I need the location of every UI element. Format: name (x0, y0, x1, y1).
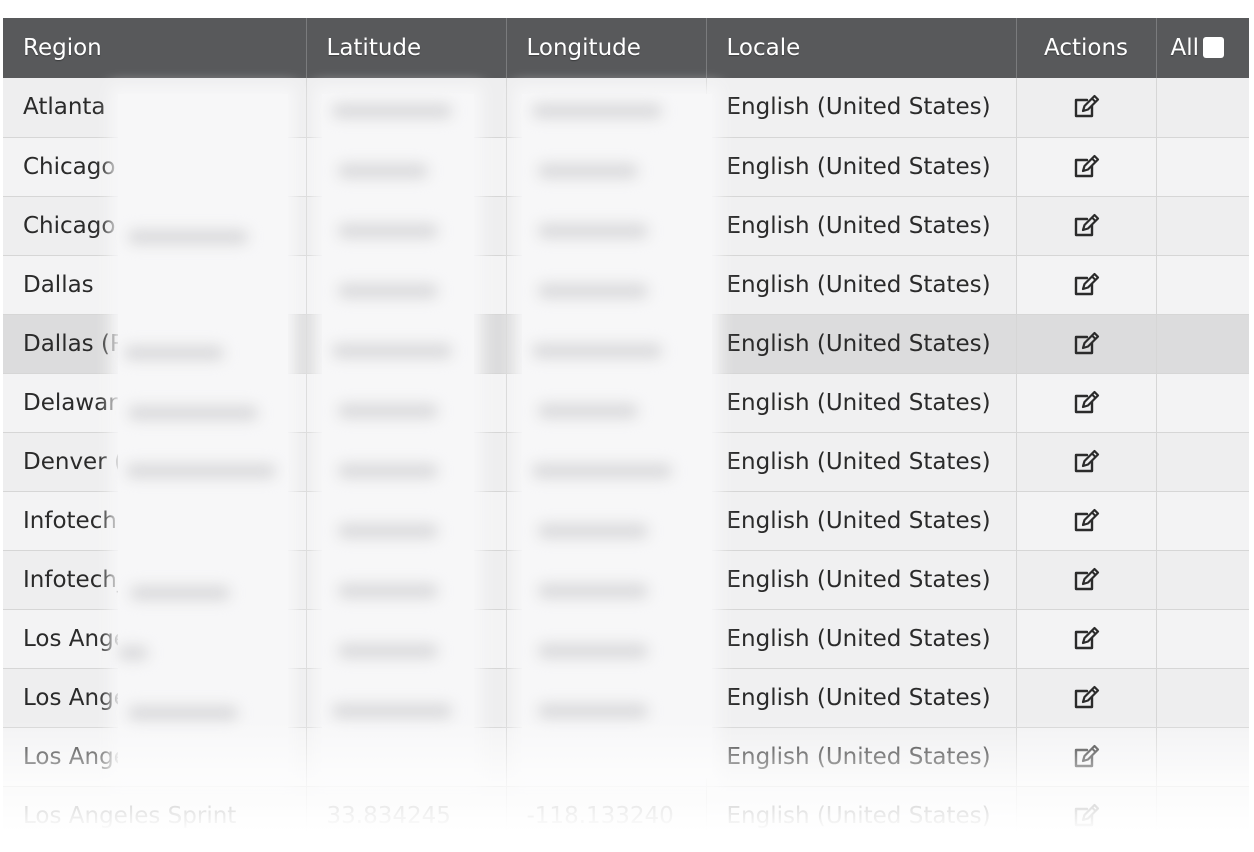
edit-button[interactable] (1016, 550, 1157, 610)
cell-locale: English (United States) (706, 668, 1017, 728)
column-header-longitude[interactable]: Longitude (506, 18, 707, 78)
edit-button[interactable] (1016, 432, 1157, 492)
redaction-longitude (522, 94, 712, 778)
cell-locale: English (United States) (706, 137, 1017, 197)
cell-locale: English (United States) (706, 314, 1017, 374)
edit-button[interactable] (1016, 373, 1157, 433)
row-select-cell[interactable] (1156, 255, 1249, 315)
edit-icon (1074, 508, 1100, 531)
row-select-cell[interactable] (1156, 727, 1249, 787)
cell-locale: English (United States) (706, 373, 1017, 433)
edit-button[interactable] (1016, 491, 1157, 551)
row-select-cell[interactable] (1156, 668, 1249, 728)
column-header-actions: Actions (1016, 18, 1157, 78)
cell-locale: English (United States) (706, 550, 1017, 610)
edit-icon (1074, 449, 1100, 472)
edit-button[interactable] (1016, 609, 1157, 669)
row-select-cell[interactable] (1156, 786, 1249, 846)
row-select-cell[interactable] (1156, 550, 1249, 610)
row-select-cell[interactable] (1156, 78, 1249, 138)
edit-icon (1074, 803, 1100, 826)
column-header-all: All (1156, 18, 1249, 78)
cell-locale: English (United States) (706, 727, 1017, 787)
edit-icon (1074, 626, 1100, 649)
cell-latitude: 33.834245 (306, 786, 507, 846)
edit-button[interactable] (1016, 786, 1157, 846)
cell-locale: English (United States) (706, 491, 1017, 551)
cell-longitude: -118.133240 (506, 786, 707, 846)
edit-icon (1074, 331, 1100, 354)
edit-button[interactable] (1016, 196, 1157, 256)
cell-locale: English (United States) (706, 255, 1017, 315)
column-header-region[interactable]: Region (3, 18, 307, 78)
row-select-cell[interactable] (1156, 137, 1249, 197)
edit-icon (1074, 685, 1100, 708)
row-select-cell[interactable] (1156, 609, 1249, 669)
table-header: Region Latitude Longitude Locale Actions… (3, 18, 1249, 78)
cell-locale: English (United States) (706, 432, 1017, 492)
row-select-cell[interactable] (1156, 491, 1249, 551)
edit-icon (1074, 567, 1100, 590)
table-row[interactable]: Los Angeles Sprint 33.834245 -118.133240 En… (3, 786, 1249, 846)
edit-icon (1074, 213, 1100, 236)
edit-button[interactable] (1016, 314, 1157, 374)
select-all-label: All (1170, 35, 1200, 61)
column-header-locale[interactable]: Locale (706, 18, 1017, 78)
edit-button[interactable] (1016, 255, 1157, 315)
edit-button[interactable] (1016, 137, 1157, 197)
cell-locale: English (United States) (706, 786, 1017, 846)
row-select-cell[interactable] (1156, 314, 1249, 374)
edit-button[interactable] (1016, 668, 1157, 728)
row-select-cell[interactable] (1156, 373, 1249, 433)
edit-icon (1074, 95, 1100, 118)
edit-icon (1074, 744, 1100, 767)
redaction-latitude (322, 94, 474, 778)
cell-locale: English (United States) (706, 609, 1017, 669)
edit-icon (1074, 154, 1100, 177)
redaction-region (118, 94, 288, 778)
edit-icon (1074, 272, 1100, 295)
select-all-checkbox[interactable] (1203, 37, 1225, 58)
edit-button[interactable] (1016, 727, 1157, 787)
row-select-cell[interactable] (1156, 432, 1249, 492)
column-header-latitude[interactable]: Latitude (306, 18, 507, 78)
cell-region: Los Angeles Sprint (3, 786, 307, 846)
cell-locale: English (United States) (706, 78, 1017, 138)
row-select-cell[interactable] (1156, 196, 1249, 256)
edit-button[interactable] (1016, 78, 1157, 138)
edit-icon (1074, 390, 1100, 413)
cell-locale: English (United States) (706, 196, 1017, 256)
